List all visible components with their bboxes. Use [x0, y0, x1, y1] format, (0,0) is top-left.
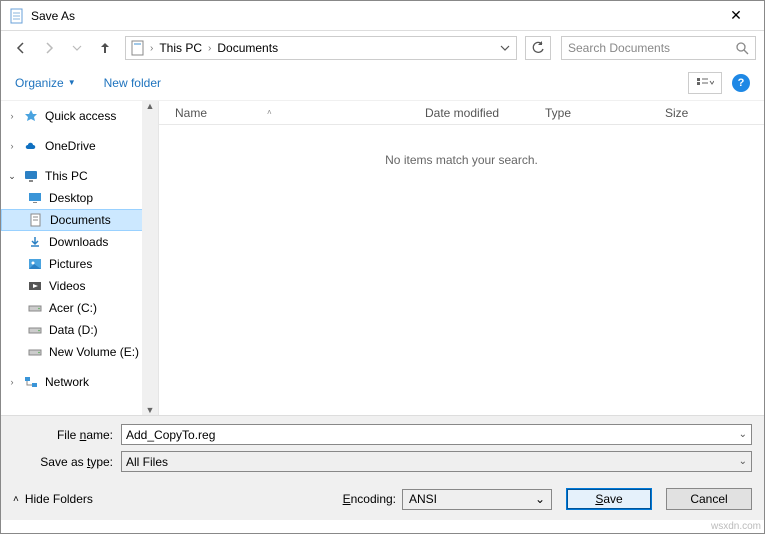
column-name[interactable]: Name˄: [159, 106, 409, 120]
cancel-button[interactable]: Cancel: [666, 488, 752, 510]
chevron-right-icon[interactable]: ›: [7, 111, 17, 121]
star-icon: [23, 108, 39, 124]
network-icon: [23, 374, 39, 390]
pictures-icon: [27, 256, 43, 272]
chevron-up-icon: ˄: [13, 494, 19, 505]
savetype-field[interactable]: All Files⌄: [121, 451, 752, 472]
filename-label: File name:: [13, 428, 121, 442]
sidebar-item-videos[interactable]: Videos: [1, 275, 158, 297]
back-button[interactable]: [9, 36, 33, 60]
sidebar-item-documents[interactable]: Documents: [1, 209, 158, 231]
recent-dropdown[interactable]: [65, 36, 89, 60]
savetype-label: Save as type:: [13, 455, 121, 469]
encoding-select[interactable]: ANSI⌄: [402, 489, 552, 510]
address-dropdown[interactable]: [500, 43, 510, 53]
encoding-label: Encoding:: [343, 492, 396, 506]
scroll-down-icon[interactable]: ▼: [146, 405, 155, 415]
forward-button[interactable]: [37, 36, 61, 60]
chevron-right-icon[interactable]: ›: [7, 141, 17, 151]
sidebar-item-thispc[interactable]: ⌄This PC: [1, 165, 158, 187]
chevron-down-icon[interactable]: ⌄: [739, 456, 747, 467]
view-button[interactable]: [688, 72, 722, 94]
hide-folders-button[interactable]: ˄Hide Folders: [13, 492, 93, 506]
chevron-right-icon[interactable]: ›: [208, 43, 211, 54]
address-bar[interactable]: › This PC › Documents: [125, 36, 517, 60]
drive-icon: [27, 300, 43, 316]
sidebar-item-downloads[interactable]: Downloads: [1, 231, 158, 253]
breadcrumb-documents[interactable]: Documents: [215, 41, 280, 55]
filename-field[interactable]: ⌄: [121, 424, 752, 445]
documents-icon: [28, 212, 44, 228]
desktop-icon: [27, 190, 43, 206]
sidebar-scrollbar[interactable]: ▲▼: [142, 101, 158, 415]
save-button[interactable]: Save: [566, 488, 652, 510]
sidebar-item-onedrive[interactable]: ›OneDrive: [1, 135, 158, 157]
column-date[interactable]: Date modified: [409, 106, 529, 120]
sidebar-item-network[interactable]: ›Network: [1, 371, 158, 393]
column-size[interactable]: Size: [649, 106, 729, 120]
sidebar-item-quickaccess[interactable]: ›Quick access: [1, 105, 158, 127]
close-button[interactable]: ✕: [716, 7, 756, 24]
sidebar-item-acer[interactable]: Acer (C:): [1, 297, 158, 319]
search-icon: [735, 41, 749, 55]
cloud-icon: [23, 138, 39, 154]
sidebar-item-newvol[interactable]: New Volume (E:): [1, 341, 158, 363]
empty-message: No items match your search.: [159, 125, 764, 167]
up-button[interactable]: [93, 36, 117, 60]
videos-icon: [27, 278, 43, 294]
chevron-down-icon[interactable]: ⌄: [739, 429, 747, 440]
monitor-icon: [23, 168, 39, 184]
window-title: Save As: [31, 9, 716, 23]
column-headers: Name˄ Date modified Type Size: [159, 101, 764, 125]
sidebar-item-data[interactable]: Data (D:): [1, 319, 158, 341]
scroll-up-icon[interactable]: ▲: [146, 101, 155, 111]
chevron-right-icon[interactable]: ›: [150, 43, 153, 54]
folder-icon: [130, 40, 146, 56]
drive-icon: [27, 344, 43, 360]
chevron-down-icon: ▼: [68, 78, 76, 87]
organize-button[interactable]: Organize▼: [15, 76, 76, 90]
chevron-down-icon[interactable]: ⌄: [7, 171, 17, 182]
sort-caret-icon: ˄: [267, 108, 272, 117]
sidebar-item-pictures[interactable]: Pictures: [1, 253, 158, 275]
search-box[interactable]: [561, 36, 756, 60]
sidebar: ›Quick access ›OneDrive ⌄This PC Desktop…: [1, 101, 159, 415]
chevron-right-icon[interactable]: ›: [7, 377, 17, 387]
new-folder-button[interactable]: New folder: [104, 76, 161, 90]
column-type[interactable]: Type: [529, 106, 649, 120]
chevron-down-icon: ⌄: [535, 492, 545, 506]
notepad-icon: [9, 8, 25, 24]
refresh-button[interactable]: [525, 36, 551, 60]
filename-input[interactable]: [126, 428, 739, 442]
download-icon: [27, 234, 43, 250]
drive-icon: [27, 322, 43, 338]
search-input[interactable]: [568, 41, 735, 55]
sidebar-item-desktop[interactable]: Desktop: [1, 187, 158, 209]
breadcrumb-thispc[interactable]: This PC: [157, 41, 204, 55]
help-button[interactable]: ?: [732, 74, 750, 92]
watermark: wsxdn.com: [711, 521, 761, 532]
